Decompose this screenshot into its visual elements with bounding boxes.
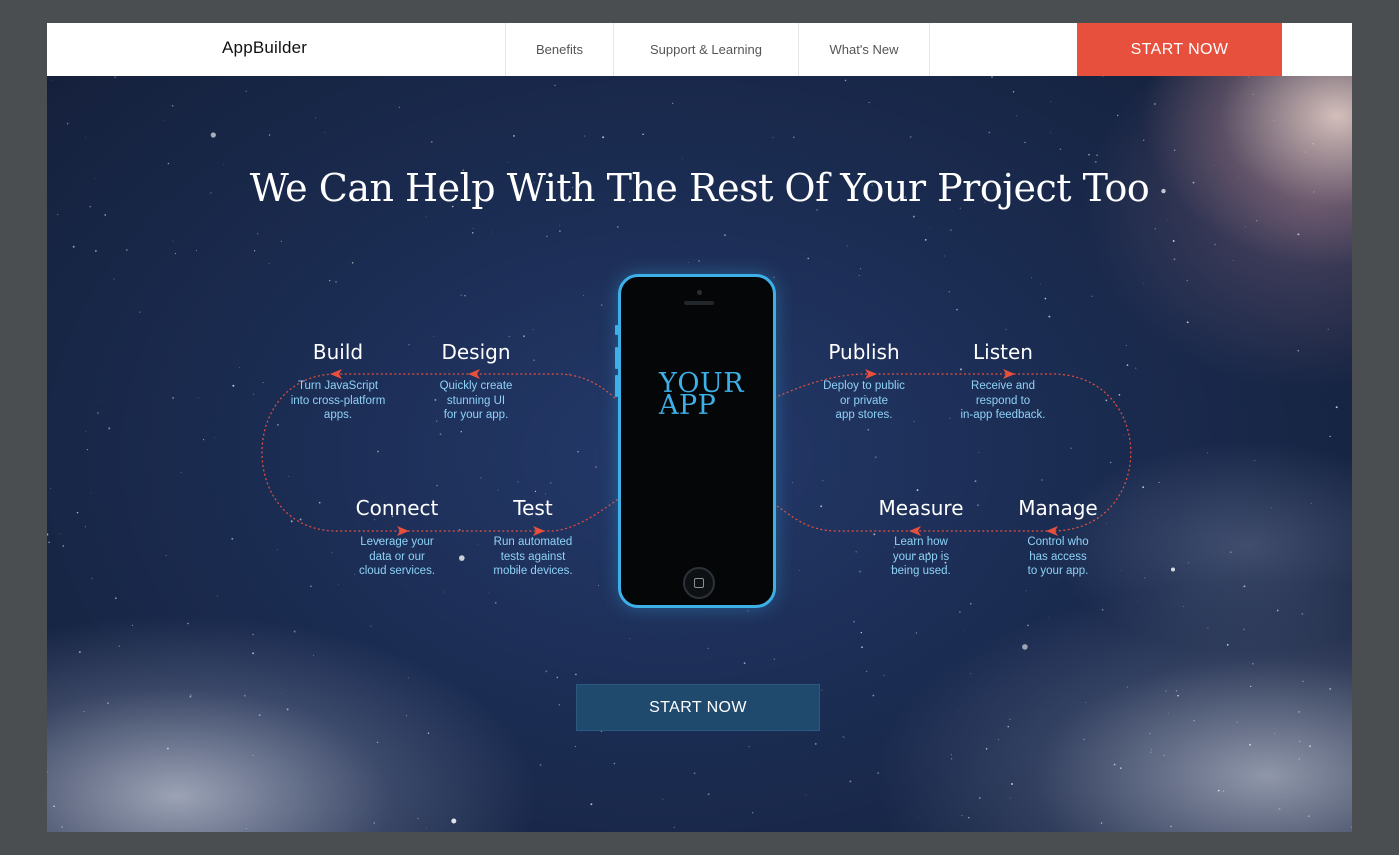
step-build: Build Turn JavaScript into cross-platfor… xyxy=(258,339,418,423)
top-navbar: AppBuilder Benefits Support & Learning W… xyxy=(47,23,1352,76)
step-measure: Measure Learn how your app is being used… xyxy=(841,495,1001,579)
step-desc-publish: Deploy to public or private app stores. xyxy=(823,380,905,421)
step-title-measure: Measure xyxy=(878,496,964,520)
step-title-manage: Manage xyxy=(1018,496,1098,520)
phone-screen-line2: APP xyxy=(659,390,717,421)
step-desc-listen: Receive and respond to in-app feedback. xyxy=(960,380,1046,421)
nav-links: Benefits Support & Learning What's New xyxy=(505,23,930,76)
hero-section: We Can Help With The Rest Of Your Projec… xyxy=(47,76,1352,832)
step-title-listen: Listen xyxy=(973,340,1033,364)
home-square-icon xyxy=(694,578,704,588)
phone-speaker xyxy=(684,301,714,305)
start-now-nav-button[interactable]: START NOW xyxy=(1077,23,1282,76)
step-desc-measure: Learn how your app is being used. xyxy=(891,536,951,577)
step-title-test: Test xyxy=(513,496,553,520)
step-listen: Listen Receive and respond to in-app fee… xyxy=(923,339,1083,423)
brand-logo[interactable]: AppBuilder xyxy=(222,38,307,58)
phone-mockup: YOUR APP xyxy=(615,274,776,608)
nav-link-whats-new[interactable]: What's New xyxy=(798,23,930,76)
page-frame: AppBuilder Benefits Support & Learning W… xyxy=(47,23,1352,832)
step-title-build: Build xyxy=(312,340,364,364)
nav-link-support-learning[interactable]: Support & Learning xyxy=(613,23,798,76)
step-title-publish: Publish xyxy=(828,340,900,364)
phone-volume-down xyxy=(615,375,618,397)
phone-screen-label: YOUR APP xyxy=(659,370,759,421)
phone-camera xyxy=(697,290,702,295)
step-test: Test Run automated tests against mobile … xyxy=(453,495,613,579)
step-publish: Publish Deploy to public or private app … xyxy=(784,339,944,423)
step-design: Design Quickly create stunning UI for yo… xyxy=(396,339,556,423)
step-manage: Manage Control who has access to your ap… xyxy=(978,495,1138,579)
phone-volume-up xyxy=(615,347,618,369)
step-desc-manage: Control who has access to your app. xyxy=(1027,536,1089,577)
start-now-hero-button[interactable]: START NOW xyxy=(576,684,820,731)
phone-mute-switch xyxy=(615,325,618,335)
step-desc-design: Quickly create stunning UI for your app. xyxy=(439,380,513,421)
step-title-design: Design xyxy=(441,340,511,364)
nav-link-benefits[interactable]: Benefits xyxy=(505,23,613,76)
step-desc-test: Run automated tests against mobile devic… xyxy=(493,536,573,577)
step-desc-build: Turn JavaScript into cross-platform apps… xyxy=(290,380,386,421)
phone-home-button xyxy=(683,567,715,599)
